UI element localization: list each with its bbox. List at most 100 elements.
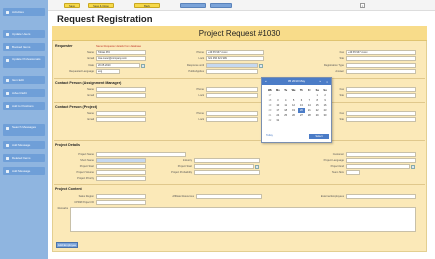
section-contact-project: Contact Person (Project)	[55, 105, 98, 109]
calendar-icon[interactable]	[259, 63, 263, 68]
calendar-icon[interactable]	[411, 164, 415, 169]
select-date-button[interactable]: Select	[309, 134, 329, 139]
assign-lock-field[interactable]	[206, 93, 258, 98]
team-size-field[interactable]	[346, 170, 360, 175]
affiliate-resources-field[interactable]	[196, 194, 262, 199]
project-contact-phone-field[interactable]	[206, 111, 258, 116]
divider	[54, 140, 425, 141]
sidebar-item-search-messages[interactable]: Search Messages	[3, 124, 45, 136]
project-probability-field[interactable]	[194, 170, 260, 175]
sidebar-item-booked-items[interactable]: Booked Items	[3, 43, 45, 51]
assign-fax-field[interactable]	[346, 87, 416, 92]
prev-month-icon[interactable]: «	[265, 78, 267, 85]
user-icon	[6, 32, 9, 36]
sidebar-item-add-message-2[interactable]: Add Message	[3, 167, 45, 175]
project-contact-name-label: Name	[87, 112, 94, 115]
save-button[interactable]: Save	[64, 3, 80, 8]
project-contact-fax-field[interactable]	[346, 111, 416, 116]
close-icon[interactable]: ×	[326, 79, 328, 86]
project-contact-lock-field[interactable]	[206, 117, 258, 122]
registration-type-field[interactable]	[346, 63, 416, 68]
requested-language-select[interactable]: eng	[96, 69, 120, 74]
calendar-day[interactable]: 31	[274, 118, 282, 123]
industry-label: Industry	[182, 159, 192, 162]
save-close-button[interactable]: Save & Close	[88, 3, 114, 8]
industry-field[interactable]	[194, 158, 260, 163]
cprm-project-id-field[interactable]	[96, 200, 146, 205]
public-applies-field[interactable]	[206, 69, 258, 74]
sidebar-item-update-professionals[interactable]: Update Professionals	[3, 56, 45, 68]
trash-icon	[6, 156, 9, 160]
external-employees-label: External Employees	[320, 195, 344, 198]
remarks-textarea[interactable]	[70, 207, 416, 232]
sidebar-item-label: Search Messages	[12, 125, 37, 129]
calendar-icon[interactable]	[255, 164, 259, 169]
answer-field[interactable]	[346, 69, 416, 74]
back-button[interactable]: Back	[134, 3, 160, 8]
sidebar-item-update-users[interactable]: Update Users	[3, 30, 45, 38]
list-icon	[6, 10, 9, 14]
project-language-field[interactable]	[346, 158, 416, 163]
toolbar: Save Save & Close Back ×	[48, 0, 435, 11]
calendar-grid: Wk Mo Tu We Th Fr Sa Su 17 1 2 18 3 4 5 6 7 8 9 19 10 11 12 13 1…	[266, 88, 329, 123]
calendar-icon[interactable]	[141, 63, 145, 68]
sidebar-item-item-edit[interactable]: Item Edit	[3, 76, 45, 84]
project-contact-site-field[interactable]	[346, 117, 416, 122]
project-volume-field[interactable]	[96, 170, 146, 175]
close-icon[interactable]: ×	[360, 3, 365, 8]
assign-name-field[interactable]	[96, 87, 146, 92]
requester-email-label: Email	[87, 57, 95, 60]
customer-field[interactable]	[346, 152, 416, 157]
sidebar-item-activities[interactable]: Activities	[3, 8, 45, 16]
sidebar-item-label: Add to Positions	[12, 104, 34, 108]
date-picker-popup[interactable]: « 05 2010 May » × Wk Mo Tu We Th Fr Sa Su 17 1 2 18…	[261, 77, 332, 143]
project-contact-name-field[interactable]	[96, 111, 146, 116]
sidebar-item-add-to-positions[interactable]: Add to Positions	[3, 102, 45, 110]
registration-type-label: Registration Type	[323, 64, 344, 67]
project-end-field[interactable]	[346, 164, 410, 169]
sidebar-item-label: Add Message	[12, 143, 31, 147]
sidebar-item-add-message[interactable]: Add Message	[3, 141, 45, 149]
team-size-label: Team Size	[331, 171, 344, 174]
assign-email-label: Email	[87, 94, 95, 97]
edit-icon	[6, 78, 9, 82]
sidebar-item-advert-edit[interactable]: Advert Edit	[3, 89, 45, 97]
mail-icon	[6, 143, 9, 147]
assign-phone-field[interactable]	[206, 87, 258, 92]
requester-phone-field[interactable]: +49 35 937 xxxxx	[206, 50, 264, 55]
project-end-label: Project End	[330, 165, 344, 168]
project-priority-field[interactable]	[96, 176, 146, 181]
sidebar-item-label: Advert Edit	[12, 91, 27, 95]
toolbar-button-5[interactable]	[210, 3, 232, 8]
response-until-field[interactable]	[206, 63, 258, 68]
requester-lock-field[interactable]: 321 456 321 999	[206, 56, 264, 61]
assign-email-field[interactable]	[96, 93, 146, 98]
project-start-field[interactable]	[96, 164, 146, 169]
affiliate-resources-label: Affiliate Resources	[172, 195, 194, 198]
requester-name-field[interactable]: Tobias Pilz	[96, 50, 146, 55]
project-start2-field[interactable]	[194, 164, 254, 169]
mail-icon	[6, 169, 9, 173]
requester-note: Name Requester details from database	[96, 45, 142, 48]
add-employee-button[interactable]: Add Employee	[56, 242, 78, 248]
assign-site-field[interactable]	[346, 93, 416, 98]
toolbar-button-4[interactable]	[180, 3, 206, 8]
requester-site-field[interactable]	[346, 56, 416, 61]
external-employees-field[interactable]	[346, 194, 416, 199]
sidebar-item-label: Activities	[12, 10, 24, 14]
next-month-icon[interactable]: »	[319, 78, 321, 85]
box-icon	[6, 45, 9, 49]
requested-language-label: Requested Language	[69, 70, 94, 73]
project-name-field[interactable]	[96, 152, 186, 157]
project-start-label: Project Start	[79, 165, 94, 168]
short-name-field[interactable]	[96, 158, 146, 163]
requester-email-field[interactable]: tina.meier@company.com	[96, 56, 146, 61]
remarks-label: Remarks	[57, 207, 68, 210]
requester-fax-field[interactable]: +49 35 937 xxxxx	[346, 50, 416, 55]
requester-date-field[interactable]: 20.05.2010	[96, 63, 140, 68]
today-link[interactable]: Today	[266, 134, 273, 137]
sales-region-field[interactable]	[96, 194, 146, 199]
project-contact-email-field[interactable]	[96, 117, 146, 122]
sidebar-item-deleted-items[interactable]: Deleted Items	[3, 154, 45, 162]
project-volume-label: Project Volume	[76, 171, 94, 174]
